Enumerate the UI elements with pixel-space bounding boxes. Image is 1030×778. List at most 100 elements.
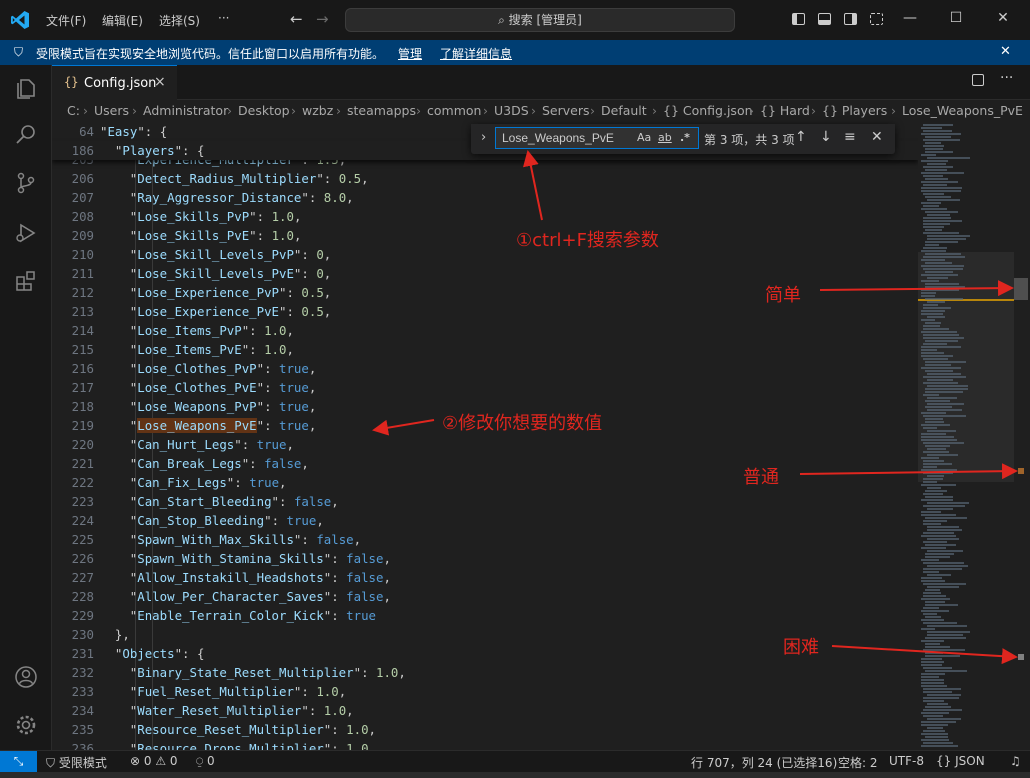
breadcrumb-item[interactable]: Users bbox=[94, 103, 129, 118]
cursor-position[interactable]: 行 707，列 24 (已选择16) bbox=[691, 754, 837, 771]
account-icon[interactable] bbox=[14, 665, 38, 689]
code-line[interactable]: 234 "Water_Reset_Multiplier": 1.0, bbox=[52, 701, 918, 720]
ports-status[interactable]: ⍜ 0 bbox=[196, 754, 215, 769]
breadcrumb-item[interactable]: {} Config.json bbox=[663, 103, 753, 118]
json-key: Lose_Skills_PvP bbox=[137, 209, 250, 224]
code-line[interactable]: 214 "Lose_Items_PvP": 1.0, bbox=[52, 321, 918, 340]
code-line[interactable]: 224 "Can_Stop_Bleeding": true, bbox=[52, 511, 918, 530]
code-line[interactable]: 221 "Can_Break_Legs": false, bbox=[52, 454, 918, 473]
indentation-status[interactable]: 空格: 2 bbox=[838, 754, 878, 771]
toggle-replace-chevron-icon[interactable]: › bbox=[481, 130, 486, 145]
code-line[interactable]: 227 "Allow_Instakill_Headshots": false, bbox=[52, 568, 918, 587]
code-line[interactable]: 223 "Can_Start_Bleeding": false, bbox=[52, 492, 918, 511]
next-match-arrow-icon[interactable]: ↓ bbox=[820, 129, 832, 145]
toggle-secondary-sidebar-icon[interactable] bbox=[844, 13, 857, 25]
minimap-line bbox=[927, 625, 967, 627]
menu-edit[interactable]: 编辑(E) bbox=[102, 12, 143, 29]
minimap-line bbox=[921, 661, 944, 663]
banner-manage-link[interactable]: 管理 bbox=[398, 45, 422, 62]
previous-match-arrow-icon[interactable]: ↑ bbox=[795, 129, 807, 145]
breadcrumb-item[interactable]: C: bbox=[67, 103, 80, 118]
code-line[interactable]: 206 "Detect_Radius_Multiplier": 0.5, bbox=[52, 169, 918, 188]
code-line[interactable]: 220 "Can_Hurt_Legs": true, bbox=[52, 435, 918, 454]
breadcrumb-item[interactable]: Servers bbox=[542, 103, 590, 118]
banner-learn-more-link[interactable]: 了解详细信息 bbox=[440, 45, 512, 62]
more-actions-icon[interactable]: ··· bbox=[1000, 70, 1013, 86]
banner-close-icon[interactable]: ✕ bbox=[1000, 44, 1011, 59]
menu-selection[interactable]: 选择(S) bbox=[159, 12, 200, 29]
code-line[interactable]: 217 "Lose_Clothes_PvE": true, bbox=[52, 378, 918, 397]
tab-config-json[interactable]: {} Config.json × bbox=[52, 65, 177, 100]
command-center-search[interactable]: ⌕ 搜索 [管理员] bbox=[345, 8, 735, 32]
minimize-icon[interactable]: — bbox=[900, 10, 920, 26]
breadcrumb-item[interactable]: U3DS bbox=[494, 103, 529, 118]
minimap-line bbox=[923, 193, 944, 195]
settings-gear-icon[interactable] bbox=[14, 713, 38, 737]
language-mode[interactable]: {} JSON bbox=[936, 754, 985, 768]
menu-more[interactable]: ··· bbox=[218, 11, 229, 25]
breadcrumb-item[interactable]: steamapps bbox=[347, 103, 416, 118]
code-line[interactable]: 210 "Lose_Skill_Levels_PvP": 0, bbox=[52, 245, 918, 264]
breadcrumb-item[interactable]: Desktop bbox=[238, 103, 290, 118]
breadcrumb-item[interactable]: wzbz bbox=[302, 103, 333, 118]
source-control-icon[interactable] bbox=[14, 171, 38, 195]
json-value: 1.0 bbox=[271, 209, 294, 224]
toggle-panel-icon[interactable] bbox=[818, 13, 831, 25]
code-line[interactable]: 207 "Ray_Aggressor_Distance": 8.0, bbox=[52, 188, 918, 207]
minimap-line bbox=[923, 622, 957, 624]
split-editor-icon[interactable] bbox=[972, 74, 984, 86]
menu-file[interactable]: 文件(F) bbox=[46, 12, 86, 29]
code-line[interactable]: 222 "Can_Fix_Legs": true, bbox=[52, 473, 918, 492]
json-file-icon: {} bbox=[64, 75, 79, 89]
code-line[interactable]: 229 "Enable_Terrain_Color_Kick": true bbox=[52, 606, 918, 625]
json-value: 0 bbox=[316, 266, 324, 281]
maximize-icon[interactable]: ☐ bbox=[946, 10, 966, 26]
search-icon[interactable] bbox=[14, 123, 38, 147]
code-line[interactable]: 228 "Allow_Per_Character_Saves": false, bbox=[52, 587, 918, 606]
minimap-line bbox=[925, 253, 961, 255]
run-debug-icon[interactable] bbox=[14, 221, 38, 245]
vscode-logo-icon[interactable] bbox=[10, 10, 30, 30]
code-line[interactable]: 233 "Fuel_Reset_Multiplier": 1.0, bbox=[52, 682, 918, 701]
code-content: "Objects": { bbox=[115, 644, 205, 663]
problems-status[interactable]: ⊗ 0 ⚠ 0 bbox=[130, 754, 178, 768]
restricted-mode-status[interactable]: ⛉ 受限模式 bbox=[46, 754, 107, 771]
breadcrumb-item[interactable]: common bbox=[427, 103, 481, 118]
close-window-icon[interactable]: ✕ bbox=[993, 10, 1013, 26]
tab-close-icon[interactable]: × bbox=[154, 74, 166, 90]
code-line[interactable]: 209 "Lose_Skills_PvE": 1.0, bbox=[52, 226, 918, 245]
breadcrumb-item[interactable]: Administrator bbox=[143, 103, 228, 118]
explorer-icon[interactable] bbox=[14, 77, 38, 101]
close-find-icon[interactable]: ✕ bbox=[871, 129, 883, 145]
remote-indicator-icon[interactable]: ⤡ bbox=[0, 751, 37, 773]
customize-layout-icon[interactable] bbox=[870, 13, 883, 25]
minimap-line bbox=[925, 370, 953, 372]
match-whole-word-button[interactable]: ab bbox=[658, 131, 672, 144]
breadcrumb-item[interactable]: {} Hard bbox=[760, 103, 810, 118]
breadcrumb-item[interactable]: Default bbox=[601, 103, 647, 118]
code-line[interactable]: 226 "Spawn_With_Stamina_Skills": false, bbox=[52, 549, 918, 568]
extensions-icon[interactable] bbox=[14, 269, 38, 293]
code-line[interactable]: 225 "Spawn_With_Max_Skills": false, bbox=[52, 530, 918, 549]
code-line[interactable]: 232 "Binary_State_Reset_Multiplier": 1.0, bbox=[52, 663, 918, 682]
notifications-bell-icon[interactable]: ♫ bbox=[1010, 754, 1021, 768]
breadcrumb-item[interactable]: {} Players bbox=[822, 103, 887, 118]
scrollbar-thumb[interactable] bbox=[1014, 278, 1028, 300]
vertical-scrollbar[interactable] bbox=[1014, 122, 1028, 750]
code-line[interactable]: 236 "Resource_Drops_Multiplier": 1.0, bbox=[52, 739, 918, 750]
toggle-primary-sidebar-icon[interactable] bbox=[792, 13, 805, 25]
encoding-status[interactable]: UTF-8 bbox=[889, 754, 924, 768]
minimap-line bbox=[923, 394, 939, 396]
use-regex-button[interactable]: .* bbox=[680, 131, 690, 144]
code-line[interactable]: 208 "Lose_Skills_PvP": 1.0, bbox=[52, 207, 918, 226]
code-line[interactable]: 235 "Resource_Reset_Multiplier": 1.0, bbox=[52, 720, 918, 739]
find-in-selection-icon[interactable]: ≡ bbox=[844, 129, 856, 145]
code-line[interactable]: 216 "Lose_Clothes_PvP": true, bbox=[52, 359, 918, 378]
match-case-button[interactable]: Aa bbox=[637, 131, 651, 144]
code-line[interactable]: 215 "Lose_Items_PvE": 1.0, bbox=[52, 340, 918, 359]
minimap-line bbox=[927, 214, 950, 216]
forward-arrow-icon[interactable]: → bbox=[316, 10, 329, 28]
back-arrow-icon[interactable]: ← bbox=[290, 10, 303, 28]
breadcrumb-item[interactable]: Lose_Weapons_PvE bbox=[902, 103, 1023, 118]
line-number: 219 bbox=[71, 418, 94, 433]
